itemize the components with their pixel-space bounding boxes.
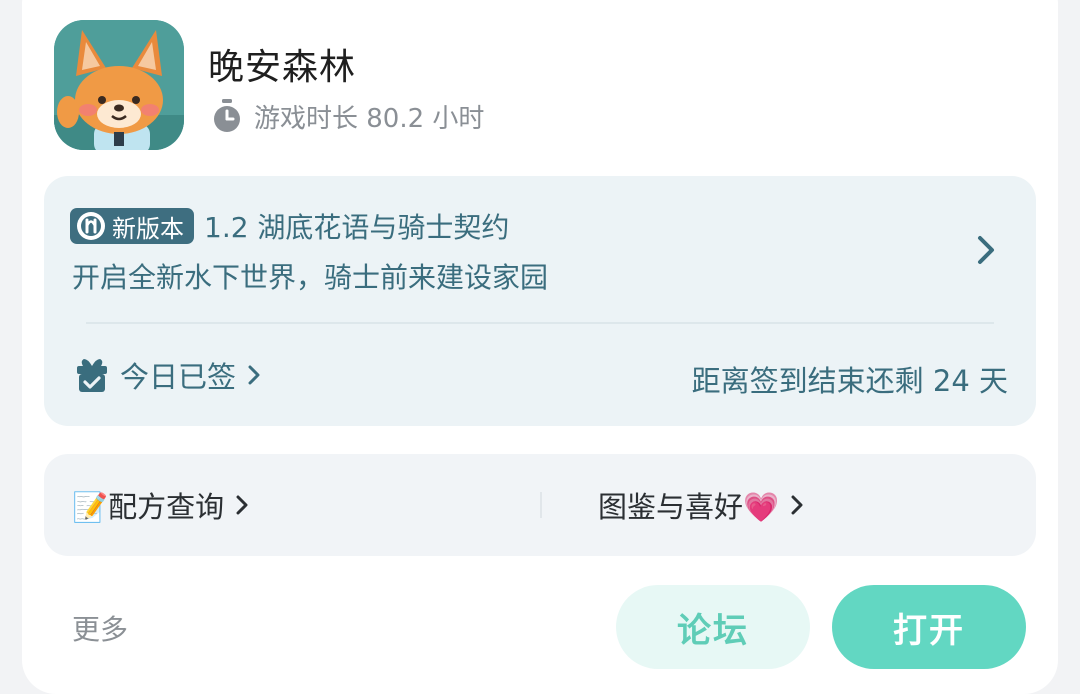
gift-check-icon (77, 359, 107, 392)
version-panel[interactable]: 新版本 1.2 湖底花语与骑士契约 开启全新水下世界，骑士前来建设家园 今日已签… (44, 176, 1036, 426)
app-name: 晚安森林 (208, 47, 357, 88)
panel-divider (86, 322, 994, 324)
gallery-preferences-label: 图鉴与喜好💗 (598, 490, 780, 524)
version-line: 新版本 1.2 湖底花语与骑士契约 (70, 206, 509, 246)
links-divider (540, 492, 542, 518)
version-title: 1.2 湖底花语与骑士契约 (204, 211, 510, 244)
signin-countdown: 距离签到结束还剩 24 天 (691, 364, 1008, 398)
fox-illustration (54, 20, 184, 150)
new-version-badge: 新版本 (70, 208, 194, 244)
version-subtitle: 开启全新水下世界，骑士前来建设家园 (72, 261, 549, 294)
new-version-icon (77, 212, 105, 240)
signin-status: 今日已签 (120, 360, 237, 394)
signin-status-link[interactable]: 今日已签 (74, 354, 262, 396)
fox-app-icon[interactable] (54, 20, 184, 150)
chevron-right-icon (791, 495, 803, 515)
recipe-lookup-link[interactable]: 📝配方查询 (72, 484, 250, 526)
playtime-row: 游戏时长 80.2 小时 (210, 96, 484, 136)
playtime-text: 游戏时长 80.2 小时 (254, 103, 485, 134)
open-button[interactable]: 打开 (832, 585, 1026, 669)
forum-button[interactable]: 论坛 (616, 585, 810, 669)
chevron-right-icon (248, 365, 260, 385)
gallery-preferences-link[interactable]: 图鉴与喜好💗 (598, 484, 805, 526)
chevron-right-icon[interactable] (972, 230, 1000, 270)
chevron-right-icon (236, 495, 248, 515)
more-link[interactable]: 更多 (72, 608, 128, 648)
recipe-lookup-label: 📝配方查询 (72, 490, 225, 524)
new-version-label: 新版本 (112, 214, 184, 243)
stopwatch-icon (214, 99, 240, 132)
links-panel: 📝配方查询 图鉴与喜好💗 (44, 454, 1036, 556)
